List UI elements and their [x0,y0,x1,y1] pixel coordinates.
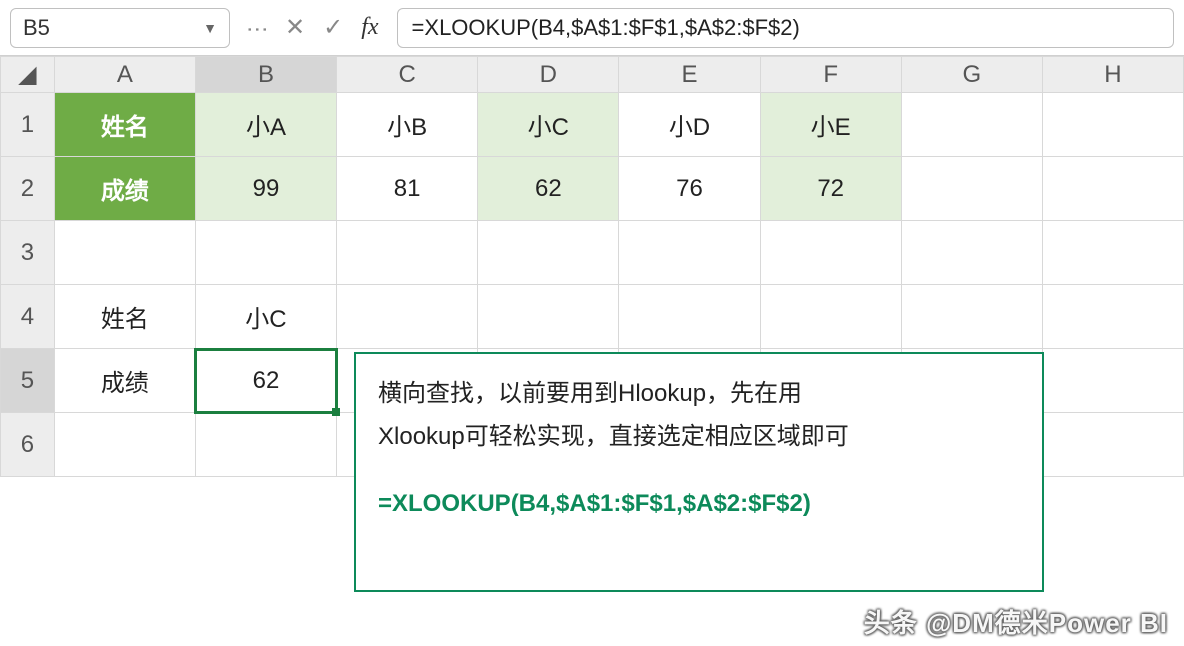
col-header-B[interactable]: B [195,57,336,93]
cell-G1[interactable] [901,93,1042,157]
chevron-down-icon[interactable]: ▼ [203,20,217,36]
watermark-text: 头条 @DM德米Power BI [864,603,1168,640]
cell-H6[interactable] [1042,413,1183,477]
cell-E1[interactable]: 小D [619,93,760,157]
cell-C3[interactable] [337,221,478,285]
cell-B4[interactable]: 小C [195,285,336,349]
cell-F4[interactable] [760,285,901,349]
cell-H4[interactable] [1042,285,1183,349]
cell-B6[interactable] [195,413,336,477]
cell-G3[interactable] [901,221,1042,285]
formula-bar: B5 ▼ ⋮ ✕ ✓ fx [0,0,1184,56]
cell-E4[interactable] [619,285,760,349]
row-header-2[interactable]: 2 [1,157,55,221]
col-header-F[interactable]: F [760,57,901,93]
cell-B2[interactable]: 99 [195,157,336,221]
row-header-1[interactable]: 1 [1,93,55,157]
cell-B1[interactable]: 小A [195,93,336,157]
col-header-D[interactable]: D [478,57,619,93]
spreadsheet-grid[interactable]: ◢ A B C D E F G H 1 姓名 小A 小B 小C 小D 小E 2 … [0,56,1184,477]
cell-D1[interactable]: 小C [478,93,619,157]
cell-D3[interactable] [478,221,619,285]
cell-C4[interactable] [337,285,478,349]
cell-E2[interactable]: 76 [619,157,760,221]
row-header-3[interactable]: 3 [1,221,55,285]
cell-A3[interactable] [54,221,195,285]
cell-D4[interactable] [478,285,619,349]
cell-C2[interactable]: 81 [337,157,478,221]
formula-bar-controls: ⋮ ✕ ✓ fx [230,13,397,42]
cell-A6[interactable] [54,413,195,477]
cell-F2[interactable]: 72 [760,157,901,221]
cancel-icon[interactable]: ✕ [285,13,305,42]
cell-F1[interactable]: 小E [760,93,901,157]
col-header-E[interactable]: E [619,57,760,93]
cell-F3[interactable] [760,221,901,285]
cell-D2[interactable]: 62 [478,157,619,221]
formula-input[interactable] [397,8,1174,48]
row-header-5[interactable]: 5 [1,349,55,413]
cell-H1[interactable] [1042,93,1183,157]
cell-G2[interactable] [901,157,1042,221]
cell-A1[interactable]: 姓名 [54,93,195,157]
cell-B3[interactable] [195,221,336,285]
fx-icon[interactable]: fx [361,14,378,41]
name-box[interactable]: B5 ▼ [10,8,230,48]
more-icon[interactable]: ⋮ [245,18,271,37]
col-header-H[interactable]: H [1042,57,1183,93]
cell-H2[interactable] [1042,157,1183,221]
annotation-callout: 横向查找，以前要用到Hlookup，先在用 Xlookup可轻松实现，直接选定相… [354,352,1044,592]
col-header-C[interactable]: C [337,57,478,93]
row-header-6[interactable]: 6 [1,413,55,477]
callout-formula: =XLOOKUP(B4,$A$1:$F$1,$A$2:$F$2) [378,482,1020,525]
row-header-4[interactable]: 4 [1,285,55,349]
col-header-A[interactable]: A [54,57,195,93]
cell-E3[interactable] [619,221,760,285]
cell-A2[interactable]: 成绩 [54,157,195,221]
cell-A5[interactable]: 成绩 [54,349,195,413]
name-box-value: B5 [23,15,50,41]
cell-A4[interactable]: 姓名 [54,285,195,349]
col-header-G[interactable]: G [901,57,1042,93]
cell-H5[interactable] [1042,349,1183,413]
callout-line2: Xlookup可轻松实现，直接选定相应区域即可 [378,415,1020,458]
cell-H3[interactable] [1042,221,1183,285]
cell-B5[interactable]: 62 [195,349,336,413]
cell-G4[interactable] [901,285,1042,349]
enter-icon[interactable]: ✓ [323,13,343,42]
callout-line1: 横向查找，以前要用到Hlookup，先在用 [378,372,1020,415]
cell-C1[interactable]: 小B [337,93,478,157]
select-all-corner[interactable]: ◢ [1,57,55,93]
